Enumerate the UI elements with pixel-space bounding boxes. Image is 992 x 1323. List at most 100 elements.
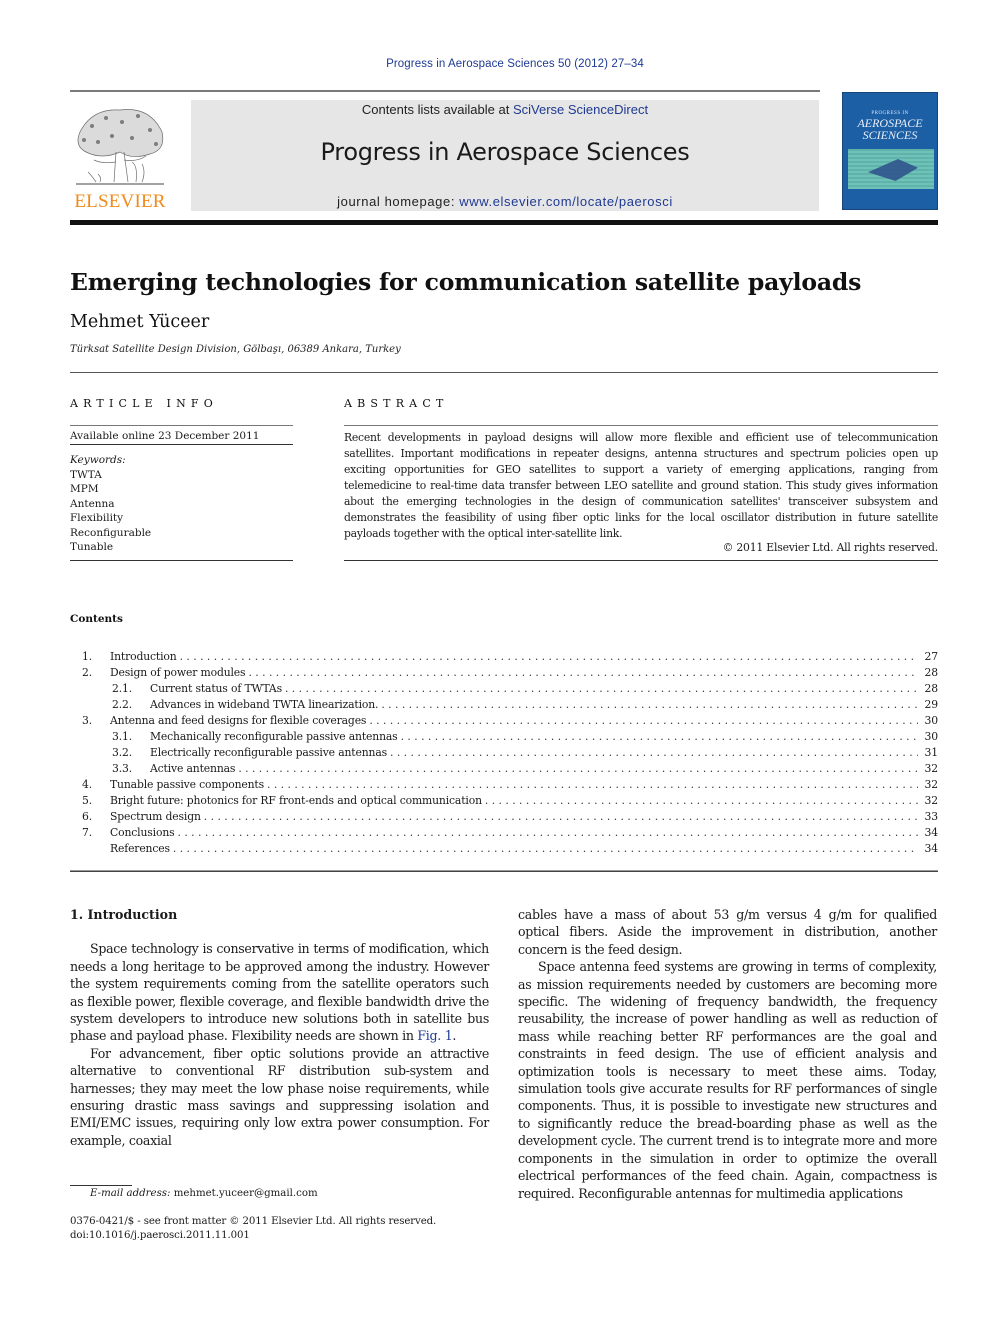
toc-entry-title[interactable]: Tunable passive components xyxy=(110,777,268,793)
elsevier-logo[interactable]: ELSEVIER xyxy=(70,102,170,212)
keywords-list: Keywords: TWTA MPM Antenna Flexibility R… xyxy=(70,453,151,555)
toc-entry-title[interactable]: Advances in wideband TWTA linearization. xyxy=(150,697,382,713)
toc-leader-dots: ........................................… xyxy=(267,778,918,791)
toc-entry[interactable]: 3.1. Mechanically reconfigurable passive … xyxy=(70,729,938,745)
toc-entry[interactable]: 1. Introduction..........................… xyxy=(70,649,938,665)
abstract-copyright: © 2011 Elsevier Ltd. All rights reserved… xyxy=(722,541,939,554)
toc-entry-page: 32 xyxy=(918,793,938,809)
toc-entry-number: 2.2. xyxy=(112,698,133,711)
toc-entry[interactable]: 6. Spectrum design.......................… xyxy=(70,809,938,825)
journal-banner: Contents lists available at SciVerse Sci… xyxy=(191,100,819,211)
toc-entry-title[interactable]: Mechanically reconfigurable passive ante… xyxy=(150,729,401,745)
section-heading-introduction: 1. Introduction xyxy=(70,907,178,922)
body-paragraph: Space technology is conservative in term… xyxy=(70,940,489,1044)
toc-entry-page: 34 xyxy=(918,825,938,841)
toc-entry[interactable]: 7. Conclusions...........................… xyxy=(70,825,938,841)
toc-entry-title[interactable]: Introduction xyxy=(110,649,180,665)
toc-entry-number: 5. xyxy=(82,794,93,807)
toc-entry-title[interactable]: References xyxy=(110,841,173,857)
toc-entry-title[interactable]: Bright future: photonics for RF front-en… xyxy=(110,793,485,809)
toc-entry-title[interactable]: Active antennas xyxy=(150,761,239,777)
abstract-text: Recent developments in payload designs w… xyxy=(344,431,938,540)
contents-prefix: Contents lists available at xyxy=(361,102,513,117)
cover-aircraft-illustration xyxy=(848,149,934,189)
issn-line: 0376-0421/$ - see front matter © 2011 El… xyxy=(70,1216,437,1227)
title-divider xyxy=(70,372,938,373)
homepage-prefix: journal homepage: xyxy=(337,194,460,209)
email-label: E-mail address: xyxy=(90,1188,171,1199)
article-title: Emerging technologies for communication … xyxy=(70,268,862,296)
toc-entry-page: 30 xyxy=(918,729,938,745)
toc-leader-dots: ........................................… xyxy=(369,714,918,727)
toc-entry-number: 3.1. xyxy=(112,730,133,743)
toc-entry[interactable]: References..............................… xyxy=(70,841,938,857)
toc-entry-page: 34 xyxy=(918,841,938,857)
abstract-heading: ABSTRACT xyxy=(344,397,449,410)
journal-cover-image[interactable]: PROGRESS IN AEROSPACE SCIENCES xyxy=(842,92,938,210)
paragraph-text: For advancement, fiber optic solutions p… xyxy=(70,1045,489,1148)
table-of-contents: 1. Introduction..........................… xyxy=(70,649,938,857)
header-top-rule xyxy=(70,90,820,92)
toc-entry[interactable]: 2.2. Advances in wideband TWTA linearizat… xyxy=(70,697,938,713)
toc-entry-title[interactable]: Design of power modules xyxy=(110,665,249,681)
toc-entry-page: 30 xyxy=(918,713,938,729)
doi-line[interactable]: doi:10.1016/j.paerosci.2011.11.001 xyxy=(70,1230,250,1241)
body-column-right: cables have a mass of about 53 g/m versu… xyxy=(518,906,937,1202)
toc-entry-number: 3. xyxy=(82,714,93,727)
toc-entry-page: 28 xyxy=(918,681,938,697)
toc-entry-page: 28 xyxy=(918,665,938,681)
article-info-rule-top xyxy=(70,425,293,426)
toc-leader-dots: ........................................… xyxy=(177,826,918,839)
elsevier-tree-icon xyxy=(72,102,168,190)
abstract-rule-bottom xyxy=(344,560,938,561)
keyword: Reconfigurable xyxy=(70,526,152,539)
toc-entry[interactable]: 3.2. Electrically reconfigurable passive … xyxy=(70,745,938,761)
article-info-rule-bottom xyxy=(70,560,293,561)
toc-leader-dots: ........................................… xyxy=(390,746,918,759)
abstract-rule-top xyxy=(344,425,938,426)
toc-leader-dots: ........................................… xyxy=(284,682,918,695)
author-name[interactable]: Mehmet Yüceer xyxy=(70,312,209,332)
keyword: Tunable xyxy=(70,541,114,553)
toc-entry-page: 27 xyxy=(918,649,938,665)
keyword: MPM xyxy=(70,483,99,495)
toc-leader-dots: ........................................… xyxy=(484,794,918,807)
body-paragraph: cables have a mass of about 53 g/m versu… xyxy=(518,907,937,957)
toc-entry-number: 3.3. xyxy=(112,762,133,775)
keyword: TWTA xyxy=(70,468,102,481)
author-email[interactable]: mehmet.yuceer@gmail.com xyxy=(174,1188,318,1199)
toc-entry-page: 31 xyxy=(918,745,938,761)
contents-divider xyxy=(70,870,938,872)
toc-entry[interactable]: 2.1. Current status of TWTAs.............… xyxy=(70,681,938,697)
toc-entry[interactable]: 3. Antenna and feed designs for flexible … xyxy=(70,713,938,729)
toc-entry-title[interactable]: Current status of TWTAs xyxy=(150,681,285,697)
toc-entry-title[interactable]: Antenna and feed designs for flexible co… xyxy=(110,713,370,729)
running-head[interactable]: Progress in Aerospace Sciences 50 (2012)… xyxy=(0,58,992,70)
body-column-left: 1. Introduction Space technology is cons… xyxy=(70,906,489,1149)
toc-entry-title[interactable]: Spectrum design xyxy=(110,809,204,825)
sciencedirect-link[interactable]: SciVerse ScienceDirect xyxy=(513,102,648,117)
footnote-rule xyxy=(70,1185,132,1186)
contents-heading: Contents xyxy=(70,613,123,625)
figure-1-link[interactable]: Fig. 1 xyxy=(417,1028,452,1043)
toc-entry-title[interactable]: Electrically reconfigurable passive ante… xyxy=(150,745,391,761)
toc-entry[interactable]: 2. Design of power modules...............… xyxy=(70,665,938,681)
journal-homepage-link[interactable]: www.elsevier.com/locate/paerosci xyxy=(459,194,673,209)
toc-entry[interactable]: 5. Bright future: photonics for RF front-… xyxy=(70,793,938,809)
toc-entry-page: 33 xyxy=(918,809,938,825)
journal-title: Progress in Aerospace Sciences xyxy=(320,138,690,166)
elsevier-wordmark: ELSEVIER xyxy=(74,191,166,212)
toc-entry[interactable]: 4. Tunable passive components............… xyxy=(70,777,938,793)
body-paragraph: For advancement, fiber optic solutions p… xyxy=(70,1045,489,1149)
toc-entry-number: 2. xyxy=(82,666,93,679)
toc-entry[interactable]: 3.3. Active antennas.....................… xyxy=(70,761,938,777)
toc-entry-number: 2.1. xyxy=(112,682,133,695)
cover-title-line2: SCIENCES xyxy=(862,128,918,142)
header-thick-rule xyxy=(70,220,938,225)
available-online-date: Available online 23 December 2011 xyxy=(70,430,260,442)
toc-entry-page: 29 xyxy=(918,697,938,713)
toc-entry-number: 1. xyxy=(82,650,93,663)
toc-leader-dots: ........................................… xyxy=(238,762,918,775)
toc-entry-page: 32 xyxy=(918,761,938,777)
toc-entry-title[interactable]: Conclusions xyxy=(110,825,178,841)
